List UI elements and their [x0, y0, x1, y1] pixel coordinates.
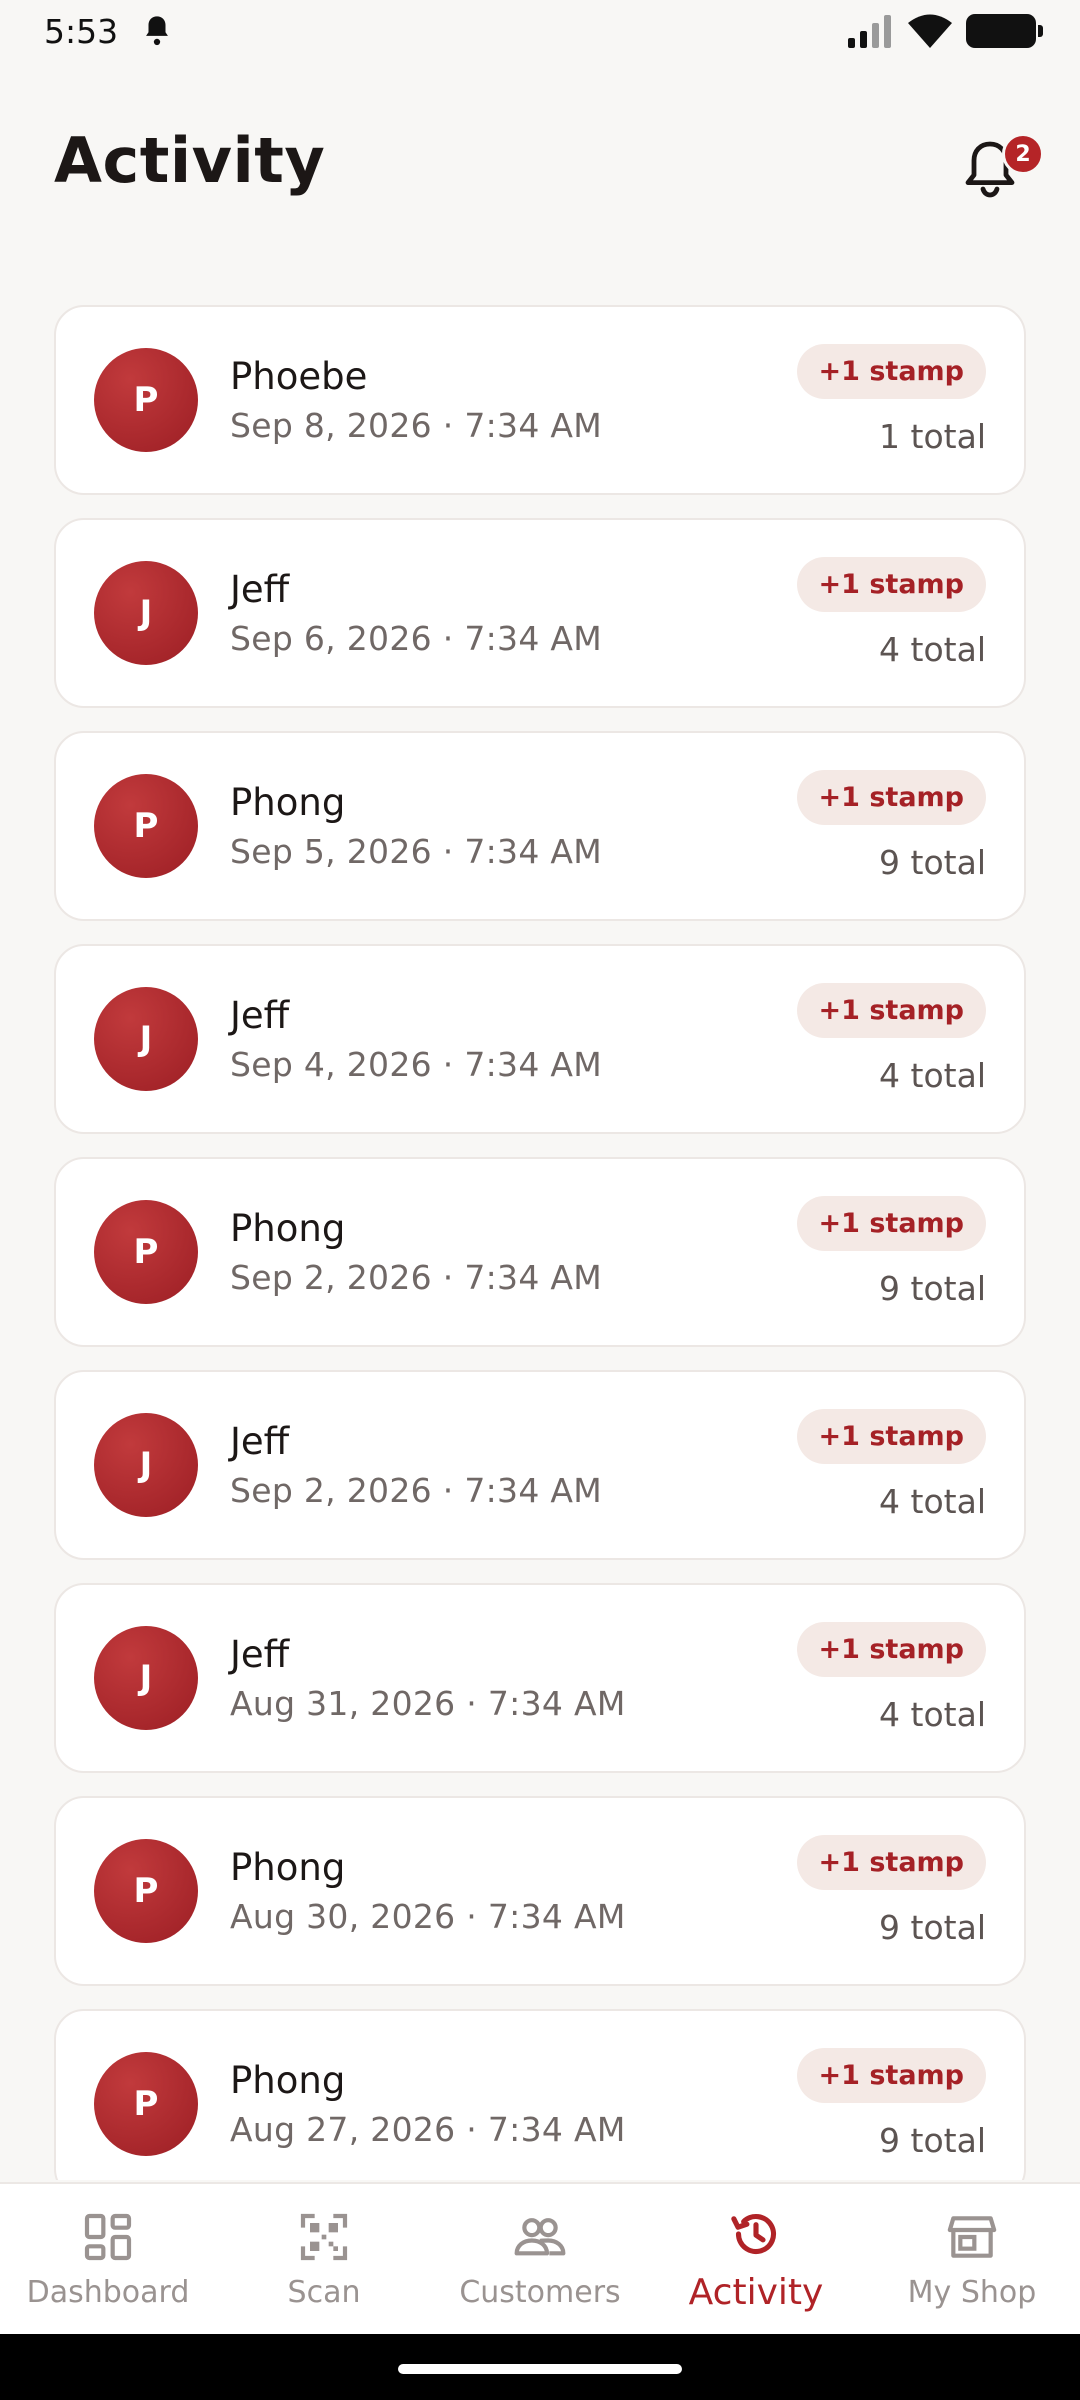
- stamp-total: 4 total: [879, 1056, 986, 1095]
- activity-date: Sep 2, 2026 · 7:34 AM: [230, 1471, 603, 1510]
- stamp-total: 9 total: [879, 2121, 986, 2160]
- avatar: J: [94, 987, 198, 1091]
- nav-label: My Shop: [907, 2274, 1037, 2310]
- activity-date: Sep 2, 2026 · 7:34 AM: [230, 1258, 603, 1297]
- activity-date: Sep 6, 2026 · 7:34 AM: [230, 619, 603, 658]
- nav-dashboard[interactable]: Dashboard: [8, 2209, 208, 2310]
- stamp-badge: +1 stamp: [796, 2048, 986, 2103]
- avatar: P: [94, 348, 198, 452]
- nav-scan[interactable]: Scan: [224, 2209, 424, 2310]
- nav-label: Activity: [688, 2271, 824, 2313]
- stamp-badge: +1 stamp: [796, 770, 986, 825]
- battery-icon: [966, 14, 1043, 48]
- activity-date: Sep 8, 2026 · 7:34 AM: [230, 406, 603, 445]
- cellular-signal-icon: [848, 15, 891, 48]
- customer-name: Phong: [230, 1846, 346, 1889]
- stamp-total: 4 total: [879, 1695, 986, 1734]
- stamp-badge: +1 stamp: [796, 344, 986, 399]
- avatar: J: [94, 1413, 198, 1517]
- activity-item[interactable]: P Phoebe Sep 8, 2026 · 7:34 AM +1 stamp …: [54, 305, 1026, 495]
- notification-bell-status-icon: [146, 16, 169, 46]
- nav-my-shop[interactable]: My Shop: [872, 2209, 1072, 2310]
- avatar: J: [94, 561, 198, 665]
- activity-date: Sep 4, 2026 · 7:34 AM: [230, 1045, 603, 1084]
- avatar: P: [94, 2052, 198, 2156]
- customer-name: Phong: [230, 1207, 346, 1250]
- dashboard-icon: [84, 2213, 132, 2260]
- customer-name: Jeff: [230, 568, 290, 611]
- stamp-badge: +1 stamp: [796, 1835, 986, 1890]
- customer-name: Jeff: [230, 1633, 290, 1676]
- avatar: P: [94, 1200, 198, 1304]
- customers-icon: [514, 2217, 566, 2255]
- stamp-total: 9 total: [879, 1908, 986, 1947]
- activity-date: Aug 27, 2026 · 7:34 AM: [230, 2110, 626, 2149]
- activity-date: Aug 31, 2026 · 7:34 AM: [230, 1684, 626, 1723]
- stamp-total: 4 total: [879, 630, 986, 669]
- stamp-badge: +1 stamp: [796, 557, 986, 612]
- nav-activity[interactable]: Activity: [656, 2206, 856, 2313]
- bottom-navigation: Dashboard Scan Customers Activity My Sho…: [0, 2182, 1080, 2334]
- avatar: P: [94, 774, 198, 878]
- status-bar: 5:53: [0, 0, 1080, 62]
- store-icon: [947, 2215, 997, 2258]
- page-header: Activity 2: [54, 110, 1044, 210]
- history-icon: [731, 2213, 777, 2254]
- stamp-total: 1 total: [879, 417, 986, 456]
- activity-date: Sep 5, 2026 · 7:34 AM: [230, 832, 603, 871]
- home-gesture-handle[interactable]: [398, 2364, 682, 2374]
- stamp-badge: +1 stamp: [796, 1409, 986, 1464]
- wifi-icon: [908, 14, 952, 48]
- activity-item[interactable]: J Jeff Sep 6, 2026 · 7:34 AM +1 stamp 4 …: [54, 518, 1026, 708]
- qr-scan-icon: [300, 2213, 348, 2260]
- activity-date: Aug 30, 2026 · 7:34 AM: [230, 1897, 626, 1936]
- page-title: Activity: [54, 123, 326, 197]
- stamp-total: 4 total: [879, 1482, 986, 1521]
- nav-label: Scan: [287, 2274, 361, 2310]
- customer-name: Phong: [230, 781, 346, 824]
- avatar: P: [94, 1839, 198, 1943]
- activity-item[interactable]: P Phong Aug 27, 2026 · 7:34 AM +1 stamp …: [54, 2009, 1026, 2180]
- stamp-total: 9 total: [879, 1269, 986, 1308]
- nav-label: Dashboard: [26, 2274, 190, 2310]
- activity-item[interactable]: P Phong Sep 2, 2026 · 7:34 AM +1 stamp 9…: [54, 1157, 1026, 1347]
- status-indicators: [848, 14, 1043, 48]
- system-gesture-bar: [0, 2334, 1080, 2400]
- customer-name: Phong: [230, 2059, 346, 2102]
- notification-count-badge: 2: [1002, 133, 1044, 175]
- activity-item[interactable]: P Phong Aug 30, 2026 · 7:34 AM +1 stamp …: [54, 1796, 1026, 1986]
- activity-item[interactable]: J Jeff Sep 4, 2026 · 7:34 AM +1 stamp 4 …: [54, 944, 1026, 1134]
- nav-customers[interactable]: Customers: [440, 2209, 640, 2310]
- stamp-badge: +1 stamp: [796, 1622, 986, 1677]
- activity-item[interactable]: J Jeff Sep 2, 2026 · 7:34 AM +1 stamp 4 …: [54, 1370, 1026, 1560]
- status-time: 5:53: [44, 11, 119, 51]
- nav-label: Customers: [459, 2274, 621, 2310]
- stamp-total: 9 total: [879, 843, 986, 882]
- activity-item[interactable]: P Phong Sep 5, 2026 · 7:34 AM +1 stamp 9…: [54, 731, 1026, 921]
- customer-name: Phoebe: [230, 355, 368, 398]
- notifications-button[interactable]: 2: [962, 128, 1044, 198]
- avatar: J: [94, 1626, 198, 1730]
- activity-list[interactable]: P Phoebe Sep 8, 2026 · 7:34 AM +1 stamp …: [54, 305, 1026, 2180]
- stamp-badge: +1 stamp: [796, 1196, 986, 1251]
- customer-name: Jeff: [230, 994, 290, 1037]
- customer-name: Jeff: [230, 1420, 290, 1463]
- activity-item[interactable]: J Jeff Aug 31, 2026 · 7:34 AM +1 stamp 4…: [54, 1583, 1026, 1773]
- stamp-badge: +1 stamp: [796, 983, 986, 1038]
